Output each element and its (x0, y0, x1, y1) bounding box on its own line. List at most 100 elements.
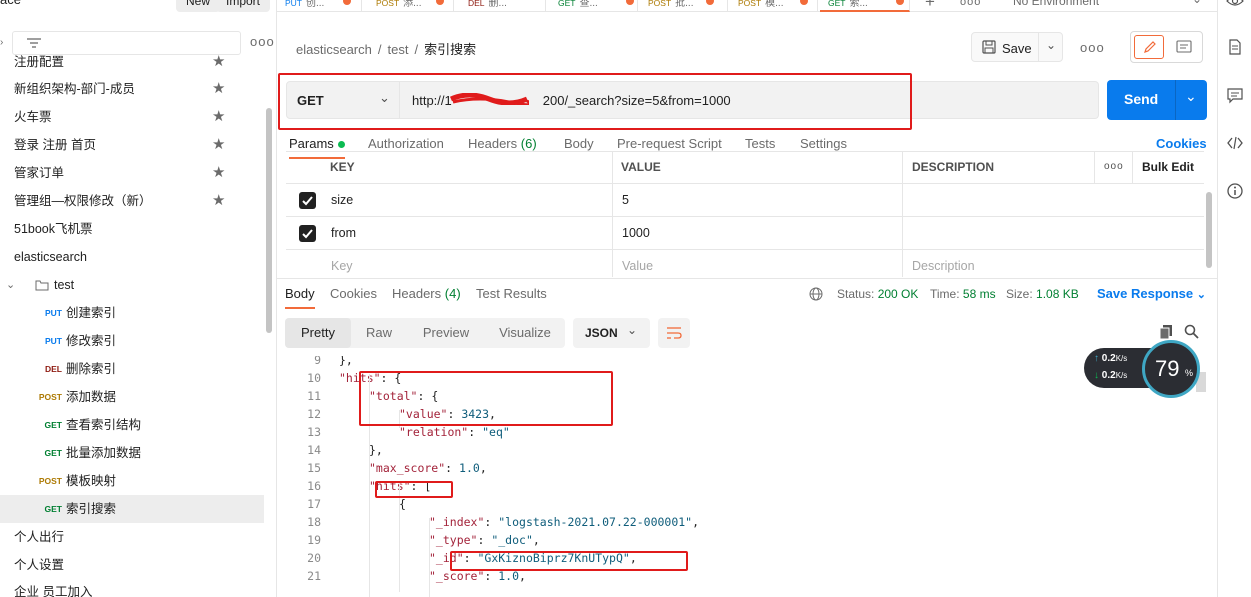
workspace-name[interactable]: ace (0, 0, 21, 7)
sidebar-scrollbar[interactable] (266, 108, 272, 333)
view-preview[interactable]: Preview (407, 318, 485, 348)
comment-icon[interactable] (1226, 86, 1244, 104)
param-value[interactable]: 1000 (622, 217, 650, 250)
request-tab[interactable]: GET 查... (548, 0, 638, 12)
request-item[interactable]: PUT 修改索引 (0, 327, 264, 355)
search-icon[interactable] (1184, 324, 1199, 339)
request-tab[interactable]: POST 模... (730, 0, 818, 12)
collection-item[interactable]: 管理组—权限修改（新） ★ (0, 187, 264, 215)
cookies-link[interactable]: Cookies (1156, 136, 1207, 151)
param-key[interactable]: from (331, 217, 356, 250)
table-more-icon[interactable]: ooo (1104, 152, 1124, 185)
gauge-value: 79 (1155, 356, 1180, 381)
collection-item[interactable]: 企业 员工加入 (0, 578, 264, 597)
star-icon[interactable]: ★ (212, 48, 225, 76)
save-button[interactable]: Save ⌄ (971, 32, 1063, 62)
chevron-down-icon[interactable]: ⌄ (1192, 0, 1202, 6)
tab-tests[interactable]: Tests (745, 136, 775, 151)
response-tab-cookies[interactable]: Cookies (330, 286, 377, 301)
send-button[interactable]: Send ⌄ (1107, 80, 1207, 120)
request-item[interactable]: PUT 创建索引 (0, 299, 264, 327)
response-tab-headers[interactable]: Headers (4) (392, 286, 461, 301)
star-icon[interactable]: ★ (212, 103, 225, 131)
new-tab-icon[interactable]: + (925, 0, 935, 12)
tab-params[interactable]: Params (289, 136, 345, 151)
collection-item[interactable]: 管家订单 ★ (0, 159, 264, 187)
chevron-down-icon[interactable]: ⌄ (1185, 88, 1197, 105)
collection-item[interactable]: 火车票 ★ (0, 103, 264, 131)
new-button[interactable]: New (176, 0, 221, 12)
breadcrumb-current[interactable]: 索引搜索 (424, 42, 476, 57)
tab-prerequest-script[interactable]: Pre-request Script (617, 136, 722, 151)
collection-item[interactable]: 51book飞机票 (0, 215, 264, 243)
star-icon[interactable]: ★ (212, 131, 225, 159)
collection-item[interactable]: 个人设置 (0, 551, 264, 579)
eye-icon[interactable] (1226, 0, 1244, 10)
collection-item[interactable]: 注册配置 ★ (0, 48, 264, 76)
collection-label: 火车票 (14, 110, 52, 124)
view-raw[interactable]: Raw (351, 318, 407, 348)
sidebar-more-icon[interactable]: ooo (250, 34, 275, 49)
tab-method: POST (648, 0, 672, 8)
chevron-down-icon[interactable]: ⌄ (1046, 38, 1056, 52)
bulk-edit-button[interactable]: Bulk Edit (1142, 152, 1194, 185)
time-value[interactable]: 58 ms (963, 287, 996, 301)
request-item[interactable]: DEL 删除索引 (0, 355, 264, 383)
request-tab[interactable]: PUT 创... (277, 0, 362, 12)
collection-item[interactable]: 登录 注册 首页 ★ (0, 131, 264, 159)
view-pretty[interactable]: Pretty (285, 318, 351, 348)
edit-mode-button[interactable] (1134, 35, 1164, 59)
breadcrumb-folder[interactable]: test (388, 42, 409, 57)
star-icon[interactable]: ★ (212, 187, 225, 215)
unsaved-dot (436, 0, 444, 5)
tab-headers[interactable]: Headers (6) (468, 136, 537, 151)
chevron-down-icon[interactable]: ⌄ (6, 271, 15, 299)
globe-icon[interactable] (809, 287, 823, 301)
collection-item[interactable]: elasticsearch (0, 243, 264, 271)
star-icon[interactable]: ★ (212, 159, 225, 187)
code-icon[interactable] (1226, 134, 1244, 152)
response-tab-body[interactable]: Body (285, 286, 315, 301)
request-item[interactable]: POST 添加数据 (0, 383, 264, 411)
line-number: 14 (307, 443, 321, 457)
request-item[interactable]: POST 模板映射 (0, 467, 264, 495)
more-icon[interactable]: ooo (1080, 40, 1105, 55)
time-readout: Time: 58 ms (930, 287, 996, 301)
collection-item[interactable]: 新组织架构-部门-成员 ★ (0, 75, 264, 103)
response-tab-test-results[interactable]: Test Results (476, 286, 547, 301)
document-icon[interactable] (1226, 38, 1244, 56)
tab-body[interactable]: Body (564, 136, 594, 151)
param-checkbox[interactable] (299, 225, 316, 242)
request-item[interactable]: GET 查看索引结构 (0, 411, 264, 439)
collection-label: 51book飞机票 (14, 222, 93, 236)
request-tab[interactable]: POST 添... (366, 0, 454, 12)
copy-icon[interactable] (1159, 324, 1173, 340)
info-icon[interactable] (1226, 182, 1244, 200)
param-value[interactable]: 5 (622, 184, 629, 217)
wrap-lines-button[interactable] (658, 318, 690, 348)
doc-mode-button[interactable] (1169, 35, 1199, 59)
view-visualize[interactable]: Visualize (485, 318, 565, 348)
tab-more-icon[interactable]: ooo (960, 0, 981, 8)
collection-item[interactable]: 个人出行 (0, 523, 264, 551)
param-checkbox[interactable] (299, 192, 316, 209)
status-value[interactable]: 200 OK (878, 287, 919, 301)
request-tab[interactable]: POST 批... (640, 0, 728, 12)
tab-authorization[interactable]: Authorization (368, 136, 444, 151)
tab-settings[interactable]: Settings (800, 136, 847, 151)
save-response-button[interactable]: Save Response ⌄ (1097, 286, 1206, 301)
param-key[interactable]: size (331, 184, 353, 217)
chevron-right-icon[interactable]: › (0, 37, 3, 48)
size-value[interactable]: 1.08 KB (1036, 287, 1079, 301)
breadcrumb-collection[interactable]: elasticsearch (296, 42, 372, 57)
request-item-selected[interactable]: GET 索引搜索 (0, 495, 264, 523)
params-scrollbar[interactable] (1206, 192, 1212, 268)
format-select[interactable]: JSON ⌄ (573, 318, 650, 348)
folder-item[interactable]: ⌄ test (0, 271, 264, 299)
import-button[interactable]: Import (216, 0, 271, 12)
request-tab-active[interactable]: GET 索... (820, 0, 910, 12)
request-item[interactable]: GET 批量添加数据 (0, 439, 264, 467)
request-tab[interactable]: DEL 删... (458, 0, 546, 12)
star-icon[interactable]: ★ (212, 75, 225, 103)
environment-select[interactable]: No Environment (1013, 0, 1099, 8)
